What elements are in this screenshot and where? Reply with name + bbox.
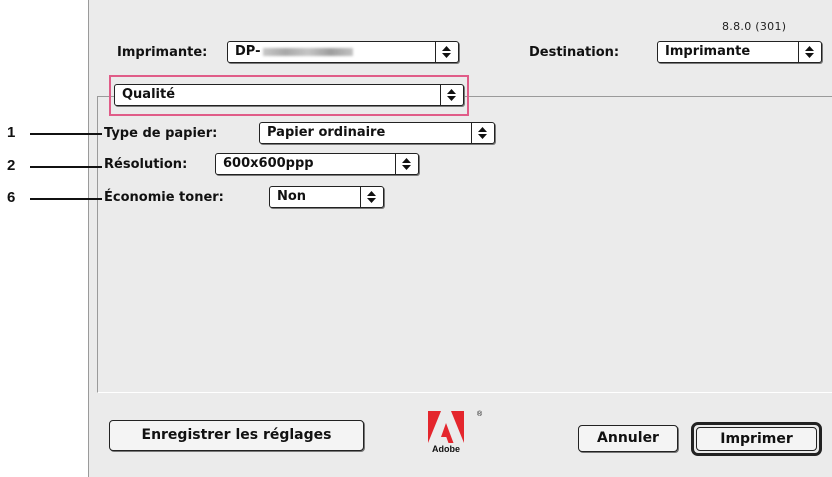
adobe-caption: Adobe (432, 444, 460, 454)
popup-arrows-icon (798, 42, 821, 62)
version-label: 8.8.0 (301) (722, 20, 787, 33)
toner-saving-label: Économie toner: (104, 190, 224, 205)
destination-popup[interactable]: Imprimante (657, 41, 822, 63)
paper-type-value: Papier ordinaire (267, 125, 386, 140)
popup-arrows-icon (360, 187, 383, 207)
paper-type-popup[interactable]: Papier ordinaire (259, 122, 495, 144)
resolution-value: 600x600ppp (223, 156, 314, 171)
callout-2: 2 (7, 157, 16, 174)
destination-label: Destination: (529, 45, 620, 60)
paper-type-label: Type de papier: (104, 126, 218, 141)
printer-label: Imprimante: (117, 45, 208, 60)
callout-6-line (30, 198, 102, 200)
callout-1-line (30, 133, 102, 135)
save-settings-button[interactable]: Enregistrer les réglages (109, 420, 364, 451)
printer-name-redacted (262, 47, 353, 56)
print-button-label: Imprimer (696, 427, 817, 451)
resolution-popup[interactable]: 600x600ppp (215, 153, 419, 175)
callout-2-line (30, 166, 102, 168)
registered-mark: ® (477, 411, 483, 418)
print-button[interactable]: Imprimer (691, 422, 822, 456)
popup-arrows-icon (471, 123, 494, 143)
printer-name: DP- (235, 44, 261, 59)
toner-saving-value: Non (277, 189, 307, 204)
callout-6: 6 (7, 189, 16, 206)
adobe-logo: ® Adobe (428, 411, 482, 461)
popup-arrows-icon (435, 42, 458, 62)
printer-popup[interactable]: DP- (227, 41, 459, 63)
destination-value: Imprimante (665, 44, 751, 59)
toner-saving-popup[interactable]: Non (269, 186, 384, 208)
resolution-label: Résolution: (104, 157, 188, 172)
popup-arrows-icon (395, 154, 418, 174)
panel-menu-highlight (109, 75, 469, 116)
callout-1: 1 (7, 124, 16, 141)
cancel-button[interactable]: Annuler (578, 425, 678, 452)
